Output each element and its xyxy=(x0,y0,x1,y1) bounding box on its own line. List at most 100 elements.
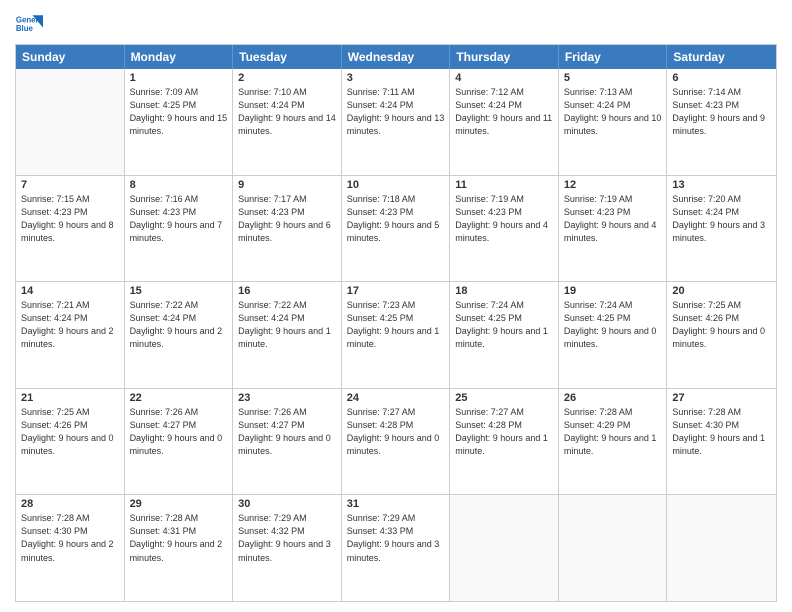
cell-info: Sunrise: 7:18 AMSunset: 4:23 PMDaylight:… xyxy=(347,193,445,245)
calendar-cell: 14 Sunrise: 7:21 AMSunset: 4:24 PMDayligh… xyxy=(16,282,125,388)
day-number: 18 xyxy=(455,285,553,297)
calendar-cell xyxy=(559,495,668,601)
day-number: 24 xyxy=(347,392,445,404)
cell-info: Sunrise: 7:21 AMSunset: 4:24 PMDaylight:… xyxy=(21,299,119,351)
calendar-cell: 4Sunrise: 7:12 AMSunset: 4:24 PMDaylight… xyxy=(450,69,559,175)
cell-info: Sunrise: 7:28 AMSunset: 4:30 PMDaylight:… xyxy=(21,512,119,564)
weekday-header: Tuesday xyxy=(233,45,342,69)
page: General Blue SundayMondayTuesdayWednesda… xyxy=(0,0,792,612)
cell-info: Sunrise: 7:26 AMSunset: 4:27 PMDaylight:… xyxy=(130,406,228,458)
day-number: 10 xyxy=(347,179,445,191)
logo-icon: General Blue xyxy=(15,10,43,38)
cell-info: Sunrise: 7:11 AMSunset: 4:24 PMDaylight:… xyxy=(347,86,445,138)
calendar-cell: 27 Sunrise: 7:28 AMSunset: 4:30 PMDayligh… xyxy=(667,389,776,495)
calendar-cell: 30Sunrise: 7:29 AMSunset: 4:32 PMDayligh… xyxy=(233,495,342,601)
calendar-cell: 18 Sunrise: 7:24 AMSunset: 4:25 PMDayligh… xyxy=(450,282,559,388)
cell-info: Sunrise: 7:26 AMSunset: 4:27 PMDaylight:… xyxy=(238,406,336,458)
day-number: 11 xyxy=(455,179,553,191)
calendar-cell: 20Sunrise: 7:25 AMSunset: 4:26 PMDayligh… xyxy=(667,282,776,388)
calendar-cell: 25Sunrise: 7:27 AMSunset: 4:28 PMDayligh… xyxy=(450,389,559,495)
cell-info: Sunrise: 7:27 AMSunset: 4:28 PMDaylight:… xyxy=(455,406,553,458)
calendar-cell: 9 Sunrise: 7:17 AMSunset: 4:23 PMDaylight… xyxy=(233,176,342,282)
cell-info: Sunrise: 7:28 AMSunset: 4:31 PMDaylight:… xyxy=(130,512,228,564)
day-number: 29 xyxy=(130,498,228,510)
calendar-cell: 6 Sunrise: 7:14 AMSunset: 4:23 PMDaylight… xyxy=(667,69,776,175)
calendar-cell: 22 Sunrise: 7:26 AMSunset: 4:27 PMDayligh… xyxy=(125,389,234,495)
cell-info: Sunrise: 7:16 AMSunset: 4:23 PMDaylight:… xyxy=(130,193,228,245)
calendar-cell xyxy=(16,69,125,175)
calendar: SundayMondayTuesdayWednesdayThursdayFrid… xyxy=(15,44,777,602)
header: General Blue xyxy=(15,10,777,38)
day-number: 3 xyxy=(347,72,445,84)
calendar-row: 28 Sunrise: 7:28 AMSunset: 4:30 PMDayligh… xyxy=(16,494,776,601)
day-number: 6 xyxy=(672,72,771,84)
cell-info: Sunrise: 7:19 AMSunset: 4:23 PMDaylight:… xyxy=(455,193,553,245)
calendar-row: 7Sunrise: 7:15 AMSunset: 4:23 PMDaylight… xyxy=(16,175,776,282)
cell-info: Sunrise: 7:25 AMSunset: 4:26 PMDaylight:… xyxy=(21,406,119,458)
cell-info: Sunrise: 7:25 AMSunset: 4:26 PMDaylight:… xyxy=(672,299,771,351)
cell-info: Sunrise: 7:09 AMSunset: 4:25 PMDaylight:… xyxy=(130,86,228,138)
calendar-body: 1 Sunrise: 7:09 AMSunset: 4:25 PMDaylight… xyxy=(16,69,776,601)
calendar-cell: 5 Sunrise: 7:13 AMSunset: 4:24 PMDaylight… xyxy=(559,69,668,175)
day-number: 28 xyxy=(21,498,119,510)
weekday-header: Wednesday xyxy=(342,45,451,69)
day-number: 9 xyxy=(238,179,336,191)
calendar-cell: 31 Sunrise: 7:29 AMSunset: 4:33 PMDayligh… xyxy=(342,495,451,601)
cell-info: Sunrise: 7:28 AMSunset: 4:30 PMDaylight:… xyxy=(672,406,771,458)
cell-info: Sunrise: 7:27 AMSunset: 4:28 PMDaylight:… xyxy=(347,406,445,458)
cell-info: Sunrise: 7:22 AMSunset: 4:24 PMDaylight:… xyxy=(130,299,228,351)
calendar-cell xyxy=(450,495,559,601)
cell-info: Sunrise: 7:29 AMSunset: 4:33 PMDaylight:… xyxy=(347,512,445,564)
day-number: 27 xyxy=(672,392,771,404)
cell-info: Sunrise: 7:28 AMSunset: 4:29 PMDaylight:… xyxy=(564,406,662,458)
day-number: 16 xyxy=(238,285,336,297)
calendar-cell: 26Sunrise: 7:28 AMSunset: 4:29 PMDayligh… xyxy=(559,389,668,495)
calendar-cell: 13 Sunrise: 7:20 AMSunset: 4:24 PMDayligh… xyxy=(667,176,776,282)
day-number: 12 xyxy=(564,179,662,191)
calendar-cell: 12Sunrise: 7:19 AMSunset: 4:23 PMDayligh… xyxy=(559,176,668,282)
calendar-cell: 7Sunrise: 7:15 AMSunset: 4:23 PMDaylight… xyxy=(16,176,125,282)
cell-info: Sunrise: 7:10 AMSunset: 4:24 PMDaylight:… xyxy=(238,86,336,138)
day-number: 1 xyxy=(130,72,228,84)
calendar-cell: 29 Sunrise: 7:28 AMSunset: 4:31 PMDayligh… xyxy=(125,495,234,601)
svg-text:Blue: Blue xyxy=(16,24,34,33)
calendar-cell: 19 Sunrise: 7:24 AMSunset: 4:25 PMDayligh… xyxy=(559,282,668,388)
cell-info: Sunrise: 7:22 AMSunset: 4:24 PMDaylight:… xyxy=(238,299,336,351)
calendar-header: SundayMondayTuesdayWednesdayThursdayFrid… xyxy=(16,45,776,69)
day-number: 22 xyxy=(130,392,228,404)
weekday-header: Monday xyxy=(125,45,234,69)
day-number: 15 xyxy=(130,285,228,297)
day-number: 13 xyxy=(672,179,771,191)
day-number: 14 xyxy=(21,285,119,297)
day-number: 4 xyxy=(455,72,553,84)
cell-info: Sunrise: 7:29 AMSunset: 4:32 PMDaylight:… xyxy=(238,512,336,564)
calendar-cell: 2Sunrise: 7:10 AMSunset: 4:24 PMDaylight… xyxy=(233,69,342,175)
cell-info: Sunrise: 7:17 AMSunset: 4:23 PMDaylight:… xyxy=(238,193,336,245)
cell-info: Sunrise: 7:20 AMSunset: 4:24 PMDaylight:… xyxy=(672,193,771,245)
day-number: 31 xyxy=(347,498,445,510)
calendar-cell: 17 Sunrise: 7:23 AMSunset: 4:25 PMDayligh… xyxy=(342,282,451,388)
cell-info: Sunrise: 7:24 AMSunset: 4:25 PMDaylight:… xyxy=(564,299,662,351)
logo: General Blue xyxy=(15,10,43,38)
svg-text:General: General xyxy=(16,15,43,24)
calendar-row: 21 Sunrise: 7:25 AMSunset: 4:26 PMDayligh… xyxy=(16,388,776,495)
day-number: 17 xyxy=(347,285,445,297)
calendar-cell: 28 Sunrise: 7:28 AMSunset: 4:30 PMDayligh… xyxy=(16,495,125,601)
cell-info: Sunrise: 7:13 AMSunset: 4:24 PMDaylight:… xyxy=(564,86,662,138)
calendar-cell: 24 Sunrise: 7:27 AMSunset: 4:28 PMDayligh… xyxy=(342,389,451,495)
day-number: 19 xyxy=(564,285,662,297)
day-number: 21 xyxy=(21,392,119,404)
day-number: 5 xyxy=(564,72,662,84)
cell-info: Sunrise: 7:15 AMSunset: 4:23 PMDaylight:… xyxy=(21,193,119,245)
weekday-header: Thursday xyxy=(450,45,559,69)
calendar-cell: 1 Sunrise: 7:09 AMSunset: 4:25 PMDaylight… xyxy=(125,69,234,175)
cell-info: Sunrise: 7:14 AMSunset: 4:23 PMDaylight:… xyxy=(672,86,771,138)
calendar-cell: 16 Sunrise: 7:22 AMSunset: 4:24 PMDayligh… xyxy=(233,282,342,388)
calendar-cell xyxy=(667,495,776,601)
cell-info: Sunrise: 7:24 AMSunset: 4:25 PMDaylight:… xyxy=(455,299,553,351)
calendar-cell: 15 Sunrise: 7:22 AMSunset: 4:24 PMDayligh… xyxy=(125,282,234,388)
calendar-cell: 3 Sunrise: 7:11 AMSunset: 4:24 PMDaylight… xyxy=(342,69,451,175)
cell-info: Sunrise: 7:23 AMSunset: 4:25 PMDaylight:… xyxy=(347,299,445,351)
day-number: 8 xyxy=(130,179,228,191)
calendar-row: 14 Sunrise: 7:21 AMSunset: 4:24 PMDayligh… xyxy=(16,281,776,388)
